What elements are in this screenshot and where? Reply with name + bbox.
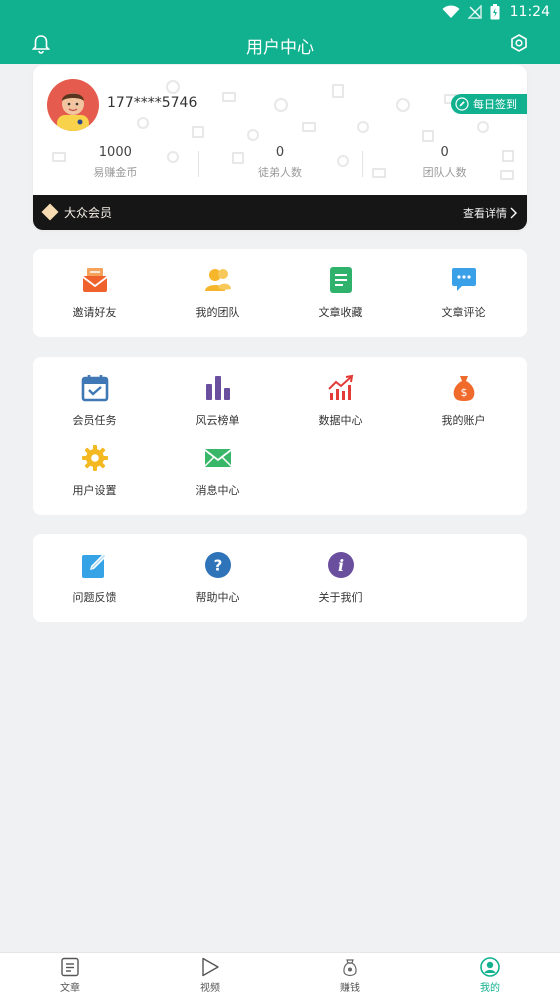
tab-label: 文章	[60, 983, 80, 994]
support-section: 问题反馈 ? 帮助中心 i 关于我们	[33, 534, 527, 622]
item-label: 文章评论	[441, 306, 486, 319]
stat-coins[interactable]: 1000 易赚金币	[33, 145, 198, 185]
daily-checkin-button[interactable]: 每日签到	[451, 94, 527, 114]
comment-icon	[451, 268, 476, 291]
invite-friends-item[interactable]: 邀请好友	[33, 266, 156, 326]
item-label: 我的团队	[195, 306, 240, 319]
stat-value: 0	[275, 145, 285, 160]
user-settings-item[interactable]: 用户设置	[33, 444, 156, 504]
services-section: 会员任务 风云榜单 数据中心 $ 我的账户 用户设置 消息中心	[33, 357, 527, 515]
calendar-check-icon	[81, 375, 108, 402]
view-details-link[interactable]: 查看详情	[463, 205, 517, 221]
team-icon	[204, 269, 231, 291]
battery-icon	[490, 4, 500, 20]
wifi-icon	[442, 5, 460, 18]
avatar-illustration	[57, 93, 89, 131]
trend-chart-icon	[327, 374, 353, 400]
avatar[interactable]	[47, 79, 99, 131]
stat-label: 团队人数	[422, 166, 467, 179]
tab-mine[interactable]: 我的	[420, 953, 560, 995]
message-center-item[interactable]: 消息中心	[156, 444, 279, 504]
money-bag-icon: $	[453, 376, 474, 401]
tab-label: 赚钱	[340, 983, 360, 994]
user-icon	[480, 957, 500, 977]
user-phone: 177****5746	[107, 95, 198, 111]
stat-team[interactable]: 0 团队人数	[362, 145, 527, 185]
quick-actions-section: 邀请好友 我的团队 文章收藏 文章评论	[33, 249, 527, 337]
tab-label: 视频	[200, 983, 220, 994]
stats-row: 1000 易赚金币 0 徒弟人数 0 团队人数	[33, 145, 527, 185]
item-label: 会员任务	[72, 414, 117, 427]
about-us-item[interactable]: i 关于我们	[279, 551, 402, 611]
money-icon	[343, 959, 357, 977]
bar-chart-icon	[205, 376, 230, 400]
item-label: 用户设置	[72, 484, 117, 497]
article-collection-item[interactable]: 文章收藏	[279, 266, 402, 326]
tab-articles[interactable]: 文章	[0, 953, 140, 995]
svg-text:i: i	[337, 556, 343, 575]
my-account-item[interactable]: $ 我的账户	[402, 374, 525, 434]
item-label: 文章收藏	[318, 306, 363, 319]
help-center-item[interactable]: ? 帮助中心	[156, 551, 279, 611]
edit-feedback-icon	[81, 554, 106, 578]
page-title: 用户中心	[246, 38, 314, 58]
profile-card: 177****5746 每日签到 1000 易赚金币 0 徒弟人数 0 团队人数…	[33, 65, 527, 230]
article-comments-item[interactable]: 文章评论	[402, 266, 525, 326]
item-label: 邀请好友	[72, 306, 117, 319]
status-icons: 11:24	[442, 2, 550, 22]
item-label: 数据中心	[318, 414, 363, 427]
item-label: 消息中心	[195, 484, 240, 497]
mail-icon	[203, 449, 232, 467]
view-details-label: 查看详情	[463, 207, 507, 220]
article-icon	[61, 957, 79, 977]
stat-label: 易赚金币	[93, 166, 138, 179]
edit-icon	[455, 97, 469, 111]
play-icon	[202, 957, 219, 977]
svg-text:$: $	[460, 386, 467, 399]
item-label: 关于我们	[318, 591, 363, 604]
bottom-tab-bar: 文章 视频 赚钱 我的	[0, 952, 560, 995]
membership-bar[interactable]: 大众会员 查看详情	[33, 195, 527, 230]
item-label: 我的账户	[441, 414, 486, 427]
data-center-item[interactable]: 数据中心	[279, 374, 402, 434]
diamond-icon	[41, 203, 59, 221]
stat-value: 1000	[98, 145, 132, 160]
chevron-right-icon	[510, 207, 517, 219]
status-bar: 11:24	[0, 0, 560, 24]
tab-earn[interactable]: 赚钱	[280, 953, 420, 995]
info-icon: i	[327, 552, 354, 578]
settings-icon[interactable]	[510, 34, 528, 52]
signal-icon	[467, 5, 482, 19]
item-label: 问题反馈	[72, 591, 117, 604]
status-time: 11:24	[509, 4, 550, 20]
gear-icon	[81, 445, 108, 471]
checkin-label: 每日签到	[473, 98, 517, 111]
svg-text:?: ?	[213, 557, 222, 575]
stat-label: 徒弟人数	[258, 166, 302, 179]
membership-level: 大众会员	[64, 206, 113, 220]
stat-value: 0	[440, 145, 449, 160]
member-tasks-item[interactable]: 会员任务	[33, 374, 156, 434]
item-label: 风云榜单	[195, 414, 240, 427]
tab-label: 我的	[480, 983, 500, 994]
title-bar: 用户中心	[0, 26, 560, 62]
item-label: 帮助中心	[195, 591, 240, 604]
article-collect-icon	[329, 267, 352, 293]
my-team-item[interactable]: 我的团队	[156, 266, 279, 326]
invite-envelope-icon	[81, 268, 108, 292]
stat-apprentices[interactable]: 0 徒弟人数	[197, 145, 363, 185]
question-icon: ?	[204, 552, 231, 578]
tab-videos[interactable]: 视频	[140, 953, 280, 995]
feedback-item[interactable]: 问题反馈	[33, 551, 156, 611]
leaderboard-item[interactable]: 风云榜单	[156, 374, 279, 434]
